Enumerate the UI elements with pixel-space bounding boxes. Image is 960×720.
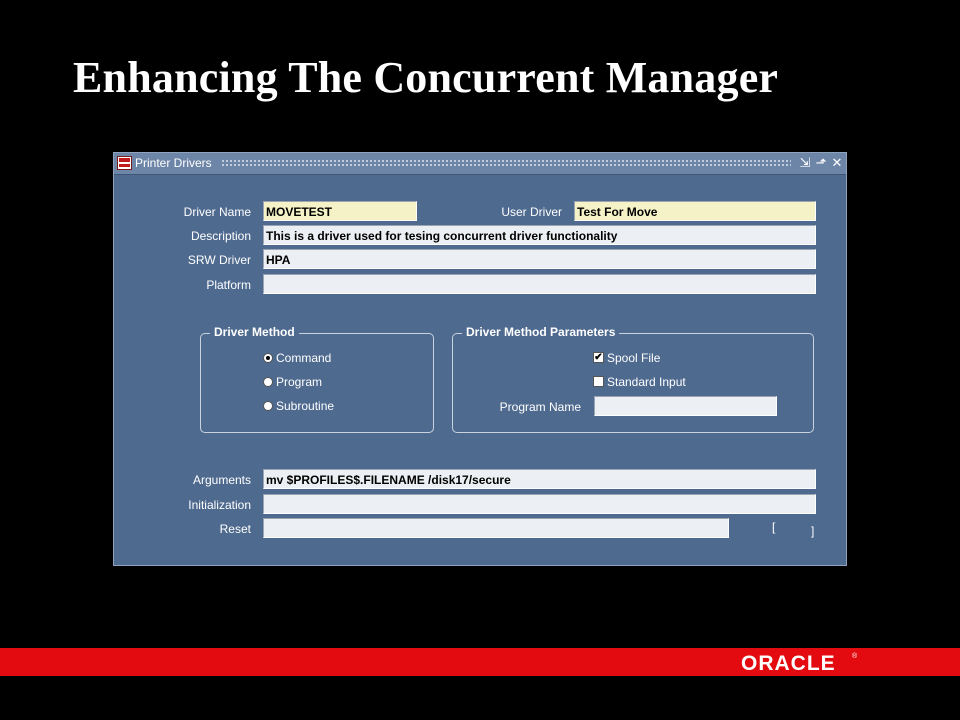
description-field[interactable]: This is a driver used for tesing concurr… xyxy=(263,225,816,245)
arguments-field[interactable]: mv $PROFILES$.FILENAME /disk17/secure xyxy=(263,469,816,489)
description-label: Description xyxy=(190,229,251,243)
standard-input-checkbox[interactable] xyxy=(593,376,604,387)
driver-method-legend: Driver Method xyxy=(210,325,299,339)
platform-field[interactable] xyxy=(263,274,816,294)
srw-driver-field[interactable]: HPA xyxy=(263,249,816,269)
printer-drivers-window: Printer Drivers ⇲ ⬏ ✕ Driver Name MOVETE… xyxy=(113,152,847,566)
initialization-field[interactable] xyxy=(263,494,816,514)
program-label[interactable]: Program xyxy=(276,375,322,389)
window-title: Printer Drivers xyxy=(135,156,212,170)
slide-title: Enhancing The Concurrent Manager xyxy=(73,53,779,102)
subroutine-radio[interactable] xyxy=(263,401,273,411)
standard-input-label[interactable]: Standard Input xyxy=(607,375,686,389)
initialization-label: Initialization xyxy=(188,498,251,512)
driver-name-field[interactable]: MOVETEST xyxy=(263,201,417,221)
user-driver-label: User Driver xyxy=(501,205,562,219)
driver-method-params-legend: Driver Method Parameters xyxy=(462,325,620,339)
driver-name-label: Driver Name xyxy=(183,205,251,219)
oracle-app-icon xyxy=(117,156,132,170)
arguments-label: Arguments xyxy=(192,473,251,487)
spool-file-checkbox[interactable]: ✔ xyxy=(593,352,604,363)
srw-driver-label: SRW Driver xyxy=(187,253,251,267)
command-radio[interactable] xyxy=(263,353,273,363)
bracket-open: [ xyxy=(772,520,776,534)
subroutine-label[interactable]: Subroutine xyxy=(276,399,334,413)
bracket-close: ] xyxy=(811,524,815,538)
maximize-icon[interactable]: ⬏ xyxy=(813,155,829,171)
program-radio[interactable] xyxy=(263,377,273,387)
titlebar-grip xyxy=(221,159,791,167)
program-name-field[interactable] xyxy=(594,396,777,416)
command-label[interactable]: Command xyxy=(276,351,331,365)
window-titlebar[interactable]: Printer Drivers ⇲ ⬏ ✕ xyxy=(114,153,846,175)
platform-label: Platform xyxy=(206,278,251,292)
close-icon[interactable]: ✕ xyxy=(829,155,845,171)
minimize-icon[interactable]: ⇲ xyxy=(797,155,813,171)
spool-file-label[interactable]: Spool File xyxy=(607,351,660,365)
reset-label: Reset xyxy=(219,522,251,536)
program-name-label: Program Name xyxy=(499,400,581,414)
user-driver-field[interactable]: Test For Move xyxy=(574,201,816,221)
oracle-logo: ORACLE xyxy=(741,652,836,675)
reset-field[interactable] xyxy=(263,518,729,538)
registered-mark: ® xyxy=(852,653,858,660)
